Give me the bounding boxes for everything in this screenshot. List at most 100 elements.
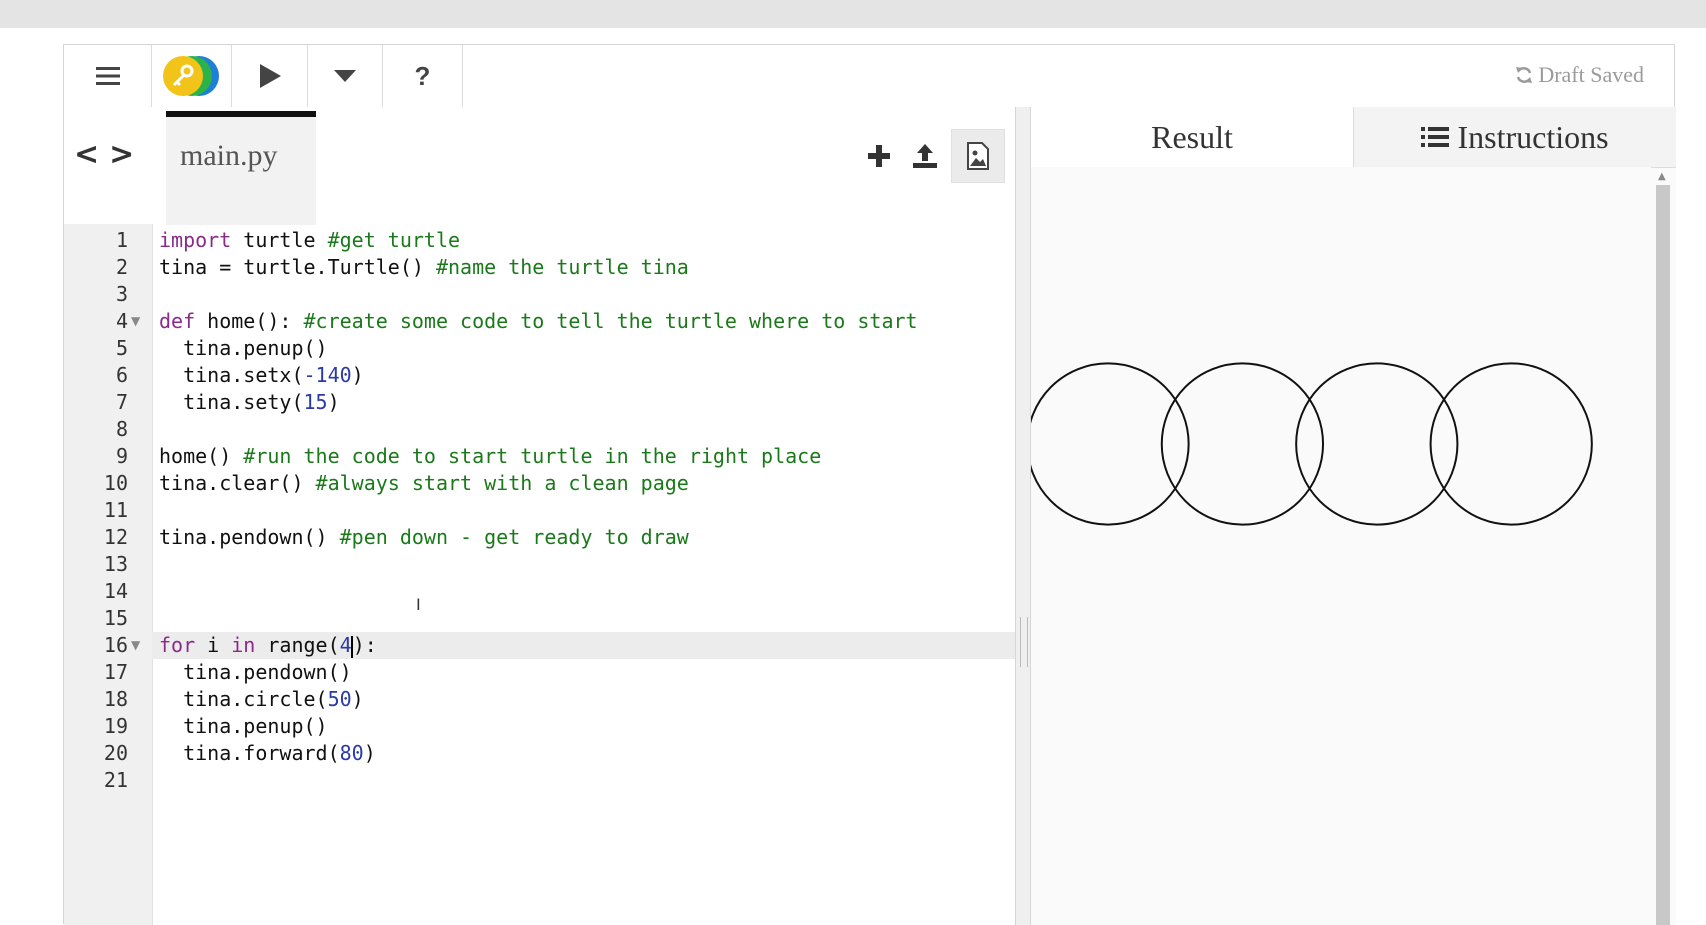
code-line[interactable]: 21 <box>104 767 1015 794</box>
grip-icon <box>1020 617 1028 667</box>
line-number: 3 <box>115 282 128 306</box>
line-number: 21 <box>103 768 128 792</box>
code-line[interactable]: 10 tina.clear() #always start with a cle… <box>104 470 1015 497</box>
canvas-scrollbar[interactable]: ▲ <box>1654 169 1672 925</box>
code-line-active[interactable]: 16 ▼ for i in range(4): <box>104 632 1015 659</box>
file-tab-main[interactable]: main.py <box>166 111 316 225</box>
code-token: tina.setx( <box>159 363 304 387</box>
code-text: tina.forward(80) <box>159 740 376 767</box>
code-line[interactable]: 11 <box>104 497 1015 524</box>
code-line[interactable]: 17 tina.pendown() <box>104 659 1015 686</box>
code-text: for i in range(4): <box>159 632 377 659</box>
toolbar: ? Draft Saved <box>64 45 1674 108</box>
comment: #run the code to start turtle in the rig… <box>243 444 822 468</box>
code-token: tina.clear() <box>159 471 316 495</box>
code-line[interactable]: 3 <box>116 281 1015 308</box>
menu-button[interactable] <box>64 45 152 107</box>
file-nav-arrows: < > <box>74 137 134 172</box>
fold-arrow-icon[interactable]: ▼ <box>131 308 140 335</box>
scrollbar-thumb[interactable] <box>1656 185 1670 925</box>
turtle-circle <box>1429 362 1593 526</box>
code-line[interactable]: 20 tina.forward(80) <box>104 740 1015 767</box>
code-line[interactable]: 7 tina.sety(15) <box>116 389 1015 416</box>
code-token: home() <box>159 444 244 468</box>
code-token: ) <box>363 741 376 765</box>
line-number: 1 <box>115 228 128 252</box>
tab-instructions[interactable]: Instructions <box>1353 107 1676 167</box>
tab-result[interactable]: Result <box>1031 107 1353 167</box>
line-number: 5 <box>115 336 128 360</box>
turtle-canvas[interactable] <box>1031 167 1651 925</box>
code-text: tina.pendown() <box>159 660 352 684</box>
prev-file-button[interactable]: < <box>74 137 99 172</box>
line-number: 9 <box>115 444 128 468</box>
list-icon <box>1421 127 1450 147</box>
code-token: tina = turtle.Turtle() <box>159 255 436 279</box>
code-token: range( <box>255 633 340 657</box>
code-line[interactable]: 13 <box>104 551 1015 578</box>
keyword: in <box>231 633 256 657</box>
upload-file-button[interactable] <box>905 136 945 176</box>
upload-icon <box>913 144 937 168</box>
line-number: 19 <box>103 714 128 738</box>
code-line[interactable]: 6 tina.setx(-140) <box>116 362 1015 389</box>
draft-status: Draft Saved <box>1514 62 1644 88</box>
image-file-icon <box>967 142 989 170</box>
comment: #always start with a clean page <box>315 471 689 495</box>
turtle-circle <box>1160 362 1325 526</box>
code-text: tina.penup() <box>159 336 328 360</box>
run-button[interactable] <box>232 45 308 107</box>
fold-arrow-icon[interactable]: ▼ <box>131 632 140 659</box>
help-button[interactable]: ? <box>383 45 463 107</box>
code-line[interactable]: 14 <box>104 578 1015 605</box>
line-number: 20 <box>103 741 128 765</box>
logo-button[interactable] <box>152 45 232 107</box>
code-line[interactable]: 15 <box>104 605 1015 632</box>
pane-resize-handle[interactable] <box>1015 107 1031 925</box>
file-tab-label: main.py <box>180 139 278 172</box>
run-options-dropdown[interactable] <box>308 45 383 107</box>
trinket-window: ? Draft Saved < > main.py 1 import turtl… <box>63 44 1676 925</box>
line-number: 10 <box>103 471 128 495</box>
code-token: tina.forward( <box>159 741 340 765</box>
code-token: tina.circle( <box>159 687 328 711</box>
code-token: home(): <box>195 309 304 333</box>
code-token: ) <box>327 390 340 414</box>
scroll-up-icon[interactable]: ▲ <box>1658 171 1666 182</box>
code-token: tina.pendown() <box>159 525 340 549</box>
code-text: home() #run the code to start turtle in … <box>159 443 821 470</box>
code-line[interactable]: 9 home() #run the code to start turtle i… <box>116 443 1015 470</box>
editor-tab-bar: < > main.py <box>64 107 1015 225</box>
code-line[interactable]: 1 import turtle #get turtle <box>116 227 1015 254</box>
code-token: i <box>195 633 232 657</box>
code-text: tina = turtle.Turtle() #name the turtle … <box>159 254 689 281</box>
code-line[interactable]: 4 ▼ def home(): #create some code to tel… <box>116 308 1015 335</box>
code-line[interactable]: 18 tina.circle(50) <box>104 686 1015 713</box>
code-token: ): <box>352 633 377 657</box>
number-literal: 15 <box>303 390 328 414</box>
line-number: 7 <box>115 390 128 414</box>
result-pane: Result Instructions ▲ <box>1031 107 1676 925</box>
line-number: 11 <box>103 498 128 522</box>
code-line[interactable]: 19 tina.penup() <box>104 713 1015 740</box>
add-file-button[interactable] <box>859 136 899 176</box>
code-text: tina.penup() <box>159 714 328 738</box>
code-line[interactable]: 8 <box>116 416 1015 443</box>
code-line[interactable]: 12 tina.pendown() #pen down - get ready … <box>104 524 1015 551</box>
image-library-button[interactable] <box>951 129 1005 183</box>
caret-down-icon <box>334 70 356 82</box>
code-area[interactable]: 1 import turtle #get turtle 2 tina = tur… <box>104 224 1015 925</box>
turtle-circle <box>1295 362 1459 526</box>
code-text: def home(): #create some code to tell th… <box>159 308 918 335</box>
code-line[interactable]: 5 tina.penup() <box>116 335 1015 362</box>
line-number: 12 <box>103 525 128 549</box>
code-line[interactable]: 2 tina = turtle.Turtle() #name the turtl… <box>116 254 1015 281</box>
code-text: import turtle #get turtle <box>159 227 460 254</box>
line-number: 18 <box>103 687 128 711</box>
next-file-button[interactable]: > <box>109 137 134 172</box>
code-text: tina.circle(50) <box>159 686 364 713</box>
keyword: import <box>159 228 232 252</box>
number-literal: -140 <box>303 363 352 387</box>
line-number: 6 <box>115 363 128 387</box>
draft-status-text: Draft Saved <box>1538 62 1644 87</box>
